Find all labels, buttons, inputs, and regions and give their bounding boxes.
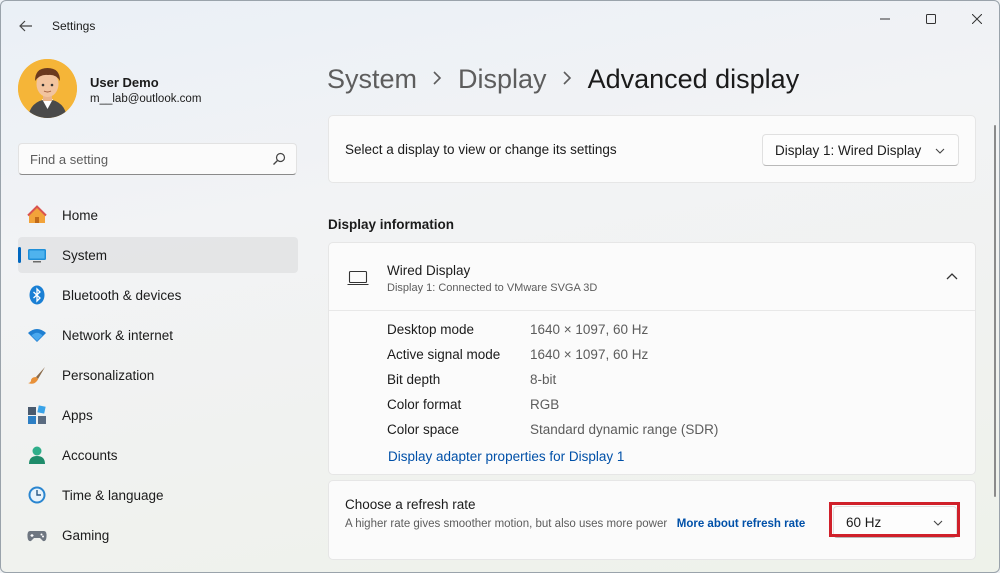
sidebar-item-label: Network & internet bbox=[62, 328, 174, 343]
chevron-down-icon bbox=[935, 148, 945, 154]
refresh-rate-title: Choose a refresh rate bbox=[345, 497, 476, 512]
refresh-rate-description: A higher rate gives smoother motion, but… bbox=[345, 518, 668, 530]
sidebar-item-label: Bluetooth & devices bbox=[62, 288, 182, 303]
sidebar-item-label: Home bbox=[62, 208, 99, 223]
more-about-refresh-rate-link[interactable]: More about refresh rate bbox=[677, 518, 805, 530]
chevron-right-icon bbox=[562, 69, 572, 90]
display-info-card: Wired Display Display 1: Connected to VM… bbox=[328, 242, 976, 475]
active-indicator bbox=[18, 247, 21, 263]
sidebar-item-system[interactable]: System bbox=[18, 237, 298, 273]
info-key: Desktop mode bbox=[387, 322, 475, 337]
search-input[interactable]: Find a setting bbox=[18, 143, 297, 175]
clock-icon bbox=[27, 485, 47, 505]
breadcrumb-display[interactable]: Display bbox=[458, 64, 547, 95]
maximize-icon bbox=[926, 14, 936, 24]
close-icon bbox=[972, 14, 982, 24]
sidebar-item-network[interactable]: Network & internet bbox=[18, 317, 298, 353]
sidebar-item-label: Personalization bbox=[62, 368, 155, 383]
user-email: m__lab@outlook.com bbox=[90, 93, 202, 105]
sidebar-item-personalization[interactable]: Personalization bbox=[18, 357, 298, 393]
info-value: 1640 × 1097, 60 Hz bbox=[530, 347, 649, 362]
info-key: Color format bbox=[387, 397, 462, 412]
display-name: Wired Display bbox=[387, 263, 471, 278]
display-subtitle: Display 1: Connected to VMware SVGA 3D bbox=[387, 282, 598, 294]
sidebar-item-gaming[interactable]: Gaming bbox=[18, 517, 298, 553]
sidebar-item-apps[interactable]: Apps bbox=[18, 397, 298, 433]
highlight-box bbox=[829, 502, 960, 537]
back-button[interactable] bbox=[13, 13, 39, 39]
scrollbar[interactable] bbox=[994, 125, 996, 497]
refresh-rate-description-block: A higher rate gives smoother motion, but… bbox=[345, 516, 815, 532]
brush-icon bbox=[27, 365, 47, 385]
network-icon bbox=[27, 325, 47, 345]
select-display-label: Select a display to view or change its s… bbox=[345, 142, 617, 157]
gamepad-icon bbox=[27, 525, 47, 545]
sidebar-item-accounts[interactable]: Accounts bbox=[18, 437, 298, 473]
breadcrumb: System Display Advanced display bbox=[327, 59, 799, 99]
settings-window: Settings User Demo m__lab@outlook.com Fi… bbox=[0, 0, 1000, 573]
back-arrow-icon bbox=[19, 20, 32, 32]
info-value: 1640 × 1097, 60 Hz bbox=[530, 322, 649, 337]
close-button[interactable] bbox=[957, 7, 997, 31]
info-value: RGB bbox=[530, 397, 560, 412]
display-select-dropdown[interactable]: Display 1: Wired Display bbox=[762, 134, 959, 166]
section-title: Display information bbox=[328, 217, 455, 232]
apps-icon bbox=[27, 405, 47, 425]
breadcrumb-system[interactable]: System bbox=[327, 64, 417, 95]
select-display-card: Select a display to view or change its s… bbox=[328, 115, 976, 183]
laptop-icon bbox=[347, 270, 369, 286]
display-adapter-link[interactable]: Display adapter properties for Display 1 bbox=[388, 449, 624, 464]
accounts-icon bbox=[27, 445, 47, 465]
info-value: Standard dynamic range (SDR) bbox=[530, 422, 719, 437]
bluetooth-icon bbox=[27, 285, 47, 305]
info-key: Bit depth bbox=[387, 372, 441, 387]
maximize-button[interactable] bbox=[911, 7, 951, 31]
page-title: Advanced display bbox=[587, 63, 800, 94]
chevron-up-icon[interactable] bbox=[945, 271, 959, 283]
app-title: Settings bbox=[52, 19, 96, 33]
search-placeholder: Find a setting bbox=[30, 152, 109, 167]
display-select-value: Display 1: Wired Display bbox=[775, 143, 922, 158]
minimize-button[interactable] bbox=[865, 7, 905, 31]
sidebar-item-label: System bbox=[62, 248, 108, 263]
info-value: 8-bit bbox=[530, 372, 557, 387]
sidebar-nav: Home System Bluetooth & devices Network … bbox=[18, 197, 298, 557]
minimize-icon bbox=[880, 18, 890, 20]
sidebar-item-label: Apps bbox=[62, 408, 93, 423]
chevron-right-icon bbox=[433, 69, 442, 90]
search-icon bbox=[273, 152, 286, 165]
info-key: Color space bbox=[387, 422, 460, 437]
sidebar-item-time-language[interactable]: Time & language bbox=[18, 477, 298, 513]
info-key: Active signal mode bbox=[387, 347, 501, 362]
sidebar-item-label: Time & language bbox=[62, 488, 164, 503]
display-info-header[interactable]: Wired Display Display 1: Connected to VM… bbox=[329, 243, 975, 311]
sidebar-item-bluetooth[interactable]: Bluetooth & devices bbox=[18, 277, 298, 313]
sidebar-item-home[interactable]: Home bbox=[18, 197, 298, 233]
title-bar: Settings bbox=[1, 1, 999, 49]
avatar[interactable] bbox=[18, 59, 77, 118]
user-avatar-icon bbox=[18, 59, 77, 118]
sidebar-item-label: Gaming bbox=[62, 528, 110, 543]
user-name: User Demo bbox=[90, 75, 159, 90]
home-icon bbox=[27, 205, 47, 225]
system-icon bbox=[27, 245, 47, 265]
sidebar-item-label: Accounts bbox=[62, 448, 118, 463]
